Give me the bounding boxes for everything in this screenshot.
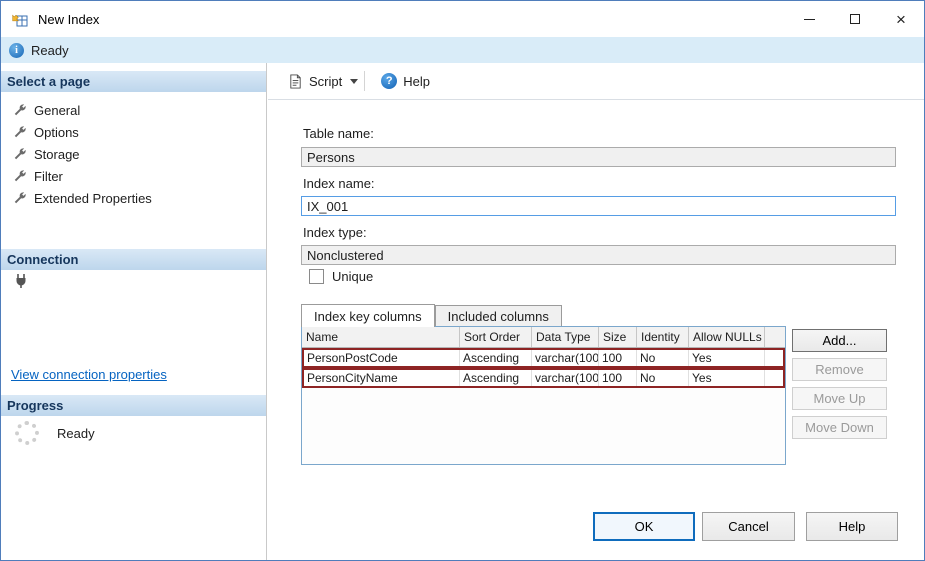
window-controls: × xyxy=(786,1,924,37)
wrench-icon xyxy=(13,147,27,161)
sidebar-item-label: Storage xyxy=(34,147,80,162)
cell-sort-order: Ascending xyxy=(460,370,532,386)
column-header-data-type[interactable]: Data Type xyxy=(532,327,599,347)
wrench-icon xyxy=(13,103,27,117)
sidebar-item-storage[interactable]: Storage xyxy=(1,143,266,165)
help-button-label: Help xyxy=(403,74,430,89)
cell-filler xyxy=(765,370,783,386)
cell-size: 100 xyxy=(599,370,637,386)
move-down-button: Move Down xyxy=(792,416,887,439)
page-list: General Options Storage Filter Extended … xyxy=(1,99,266,209)
sidebar: Select a page General Options Storage Fi… xyxy=(1,63,267,560)
sidebar-item-options[interactable]: Options xyxy=(1,121,266,143)
script-button-label: Script xyxy=(309,74,342,89)
close-button[interactable]: × xyxy=(878,1,924,37)
table-name-label: Table name: xyxy=(303,126,374,141)
unique-checkbox-label: Unique xyxy=(332,269,373,284)
help-toolbar-button[interactable]: ? Help xyxy=(375,69,436,93)
script-document-icon xyxy=(288,74,303,89)
maximize-button[interactable] xyxy=(832,1,878,37)
sidebar-item-general[interactable]: General xyxy=(1,99,266,121)
cell-data-type: varchar(100 xyxy=(532,350,599,366)
select-a-page-header: Select a page xyxy=(1,71,266,92)
view-connection-properties-link[interactable]: View connection properties xyxy=(11,367,167,382)
minimize-button[interactable] xyxy=(786,1,832,37)
tab-included-columns[interactable]: Included columns xyxy=(435,305,562,326)
status-strip: i Ready xyxy=(1,37,924,63)
cell-name: PersonCityName xyxy=(304,370,460,386)
unique-checkbox-row: Unique xyxy=(309,269,373,284)
cell-filler xyxy=(765,350,783,366)
sidebar-item-label: Extended Properties xyxy=(34,191,152,206)
index-type-field xyxy=(301,245,896,265)
table-name-field xyxy=(301,147,896,167)
close-icon: × xyxy=(896,11,906,28)
progress-status-row: Ready xyxy=(15,421,95,445)
status-text: Ready xyxy=(31,43,69,58)
cell-allow-nulls: Yes xyxy=(689,350,765,366)
sidebar-item-extended-properties[interactable]: Extended Properties xyxy=(1,187,266,209)
sidebar-item-filter[interactable]: Filter xyxy=(1,165,266,187)
connection-header: Connection xyxy=(1,249,266,270)
sidebar-item-label: General xyxy=(34,103,80,118)
info-icon: i xyxy=(9,43,24,58)
unique-checkbox[interactable] xyxy=(309,269,324,284)
cell-name: PersonPostCode xyxy=(304,350,460,366)
column-header-name[interactable]: Name xyxy=(302,327,460,347)
grid-header-row: Name Sort Order Data Type Size Identity … xyxy=(302,327,785,348)
index-name-field[interactable] xyxy=(301,196,896,216)
sidebar-item-label: Filter xyxy=(34,169,63,184)
progress-header: Progress xyxy=(1,395,266,416)
columns-tabs: Index key columns Included columns xyxy=(301,304,562,326)
help-question-icon: ? xyxy=(381,73,397,89)
form-content: Table name: Index name: Index type: Uniq… xyxy=(268,100,924,560)
maximize-icon xyxy=(850,14,860,24)
help-button[interactable]: Help xyxy=(806,512,898,541)
index-name-label: Index name: xyxy=(303,176,375,191)
wrench-icon xyxy=(13,191,27,205)
index-key-columns-grid: Name Sort Order Data Type Size Identity … xyxy=(301,326,786,465)
column-header-identity[interactable]: Identity xyxy=(637,327,689,347)
cell-identity: No xyxy=(637,350,689,366)
remove-button: Remove xyxy=(792,358,887,381)
progress-spinner-icon xyxy=(15,421,39,445)
main-panel: Script ? Help Table name: Index name: In… xyxy=(268,63,924,560)
cell-data-type: varchar(100 xyxy=(532,370,599,386)
cell-identity: No xyxy=(637,370,689,386)
move-up-button: Move Up xyxy=(792,387,887,410)
wrench-icon xyxy=(13,169,27,183)
grid-row-personpostcode[interactable]: PersonPostCode Ascending varchar(100 100… xyxy=(302,348,785,368)
wrench-icon xyxy=(13,125,27,139)
cancel-button[interactable]: Cancel xyxy=(702,512,795,541)
sidebar-item-label: Options xyxy=(34,125,79,140)
connection-plug-icon xyxy=(13,273,29,289)
title-bar: New Index × xyxy=(1,1,924,37)
new-index-icon xyxy=(11,10,29,28)
window-title: New Index xyxy=(38,12,99,27)
script-button[interactable]: Script xyxy=(282,70,348,93)
grid-row-personcityname[interactable]: PersonCityName Ascending varchar(100 100… xyxy=(302,368,785,388)
cell-allow-nulls: Yes xyxy=(689,370,765,386)
grid-header-filler xyxy=(765,327,785,347)
progress-status-text: Ready xyxy=(57,426,95,441)
minimize-icon xyxy=(804,19,815,20)
cell-sort-order: Ascending xyxy=(460,350,532,366)
column-header-size[interactable]: Size xyxy=(599,327,637,347)
add-button[interactable]: Add... xyxy=(792,329,887,352)
tab-index-key-columns[interactable]: Index key columns xyxy=(301,304,435,327)
toolbar: Script ? Help xyxy=(268,63,924,100)
index-type-label: Index type: xyxy=(303,225,367,240)
new-index-dialog: New Index × i Ready Select a page Genera… xyxy=(0,0,925,561)
toolbar-separator xyxy=(364,71,365,91)
column-header-allow-nulls[interactable]: Allow NULLs xyxy=(689,327,765,347)
cell-size: 100 xyxy=(599,350,637,366)
column-header-sort-order[interactable]: Sort Order xyxy=(460,327,532,347)
script-dropdown-caret-icon[interactable] xyxy=(350,79,358,84)
ok-button[interactable]: OK xyxy=(593,512,695,541)
